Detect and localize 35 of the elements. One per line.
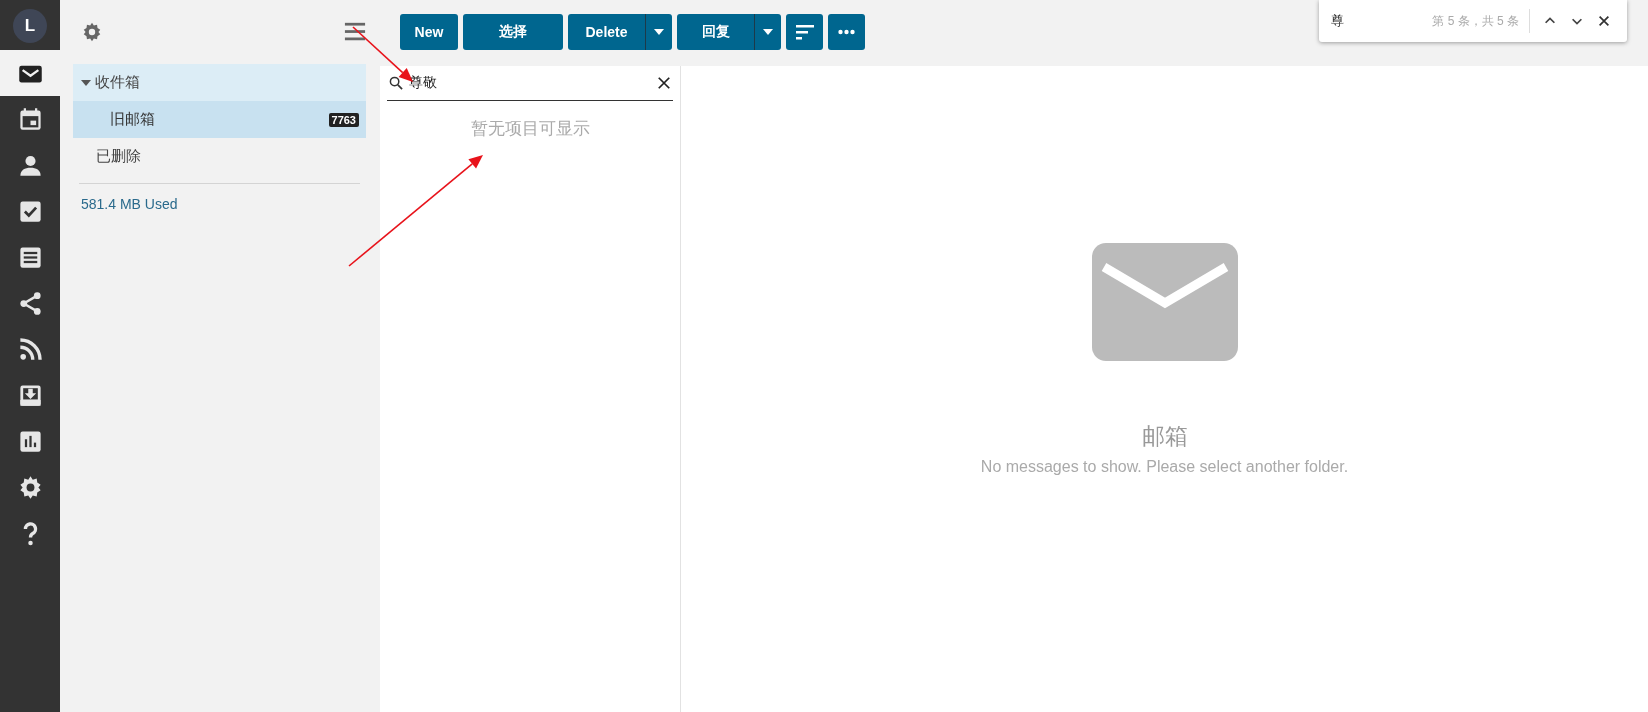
more-button[interactable] — [828, 14, 865, 50]
match-count: 第 5 条，共 5 条 — [1432, 9, 1530, 33]
toolbar-button[interactable]: Delete — [568, 14, 645, 50]
storage-usage: 581.4 MB Used — [80, 196, 179, 212]
dropdown-button[interactable] — [754, 14, 781, 50]
menu-button[interactable] — [344, 21, 366, 43]
caret-icon — [762, 27, 774, 37]
menu-icon — [344, 21, 366, 43]
empty-folder-message: No messages to show. Please select another folder. — [980, 458, 1349, 476]
toolbar-button[interactable]: 选择 — [463, 14, 563, 50]
more-icon — [838, 29, 855, 35]
toolbar-button[interactable]: 回复 — [677, 14, 754, 50]
sort-icon — [795, 24, 814, 40]
unread-count: 7763 — [328, 112, 359, 127]
envelope-icon — [1091, 243, 1238, 361]
empty-list-message: 暂无项目可显示 — [469, 118, 591, 140]
toolbar-button[interactable]: New — [400, 14, 458, 50]
expanded-caret-icon — [81, 77, 91, 88]
folder-settings-button[interactable] — [81, 21, 103, 43]
find-query[interactable]: 尊 — [1331, 12, 1433, 30]
dropdown-button[interactable] — [645, 14, 672, 50]
folder-item[interactable]: 旧邮箱 7763 — [73, 101, 366, 138]
search-icon — [389, 76, 403, 90]
close-icon — [657, 76, 671, 90]
empty-folder-title: 邮箱 — [1141, 422, 1188, 451]
avatar[interactable]: L — [13, 9, 47, 43]
gear-icon — [81, 21, 103, 43]
clear-search-button[interactable] — [657, 76, 671, 90]
sort-button[interactable] — [786, 14, 823, 50]
close-icon — [1596, 14, 1611, 28]
folder-item[interactable]: 收件箱 — [73, 64, 366, 101]
search-field[interactable]: 尊敬 — [409, 75, 651, 91]
folder-item[interactable]: 已删除 — [73, 138, 366, 175]
nav-mail-button[interactable] — [0, 50, 60, 96]
caret-icon — [653, 27, 665, 37]
